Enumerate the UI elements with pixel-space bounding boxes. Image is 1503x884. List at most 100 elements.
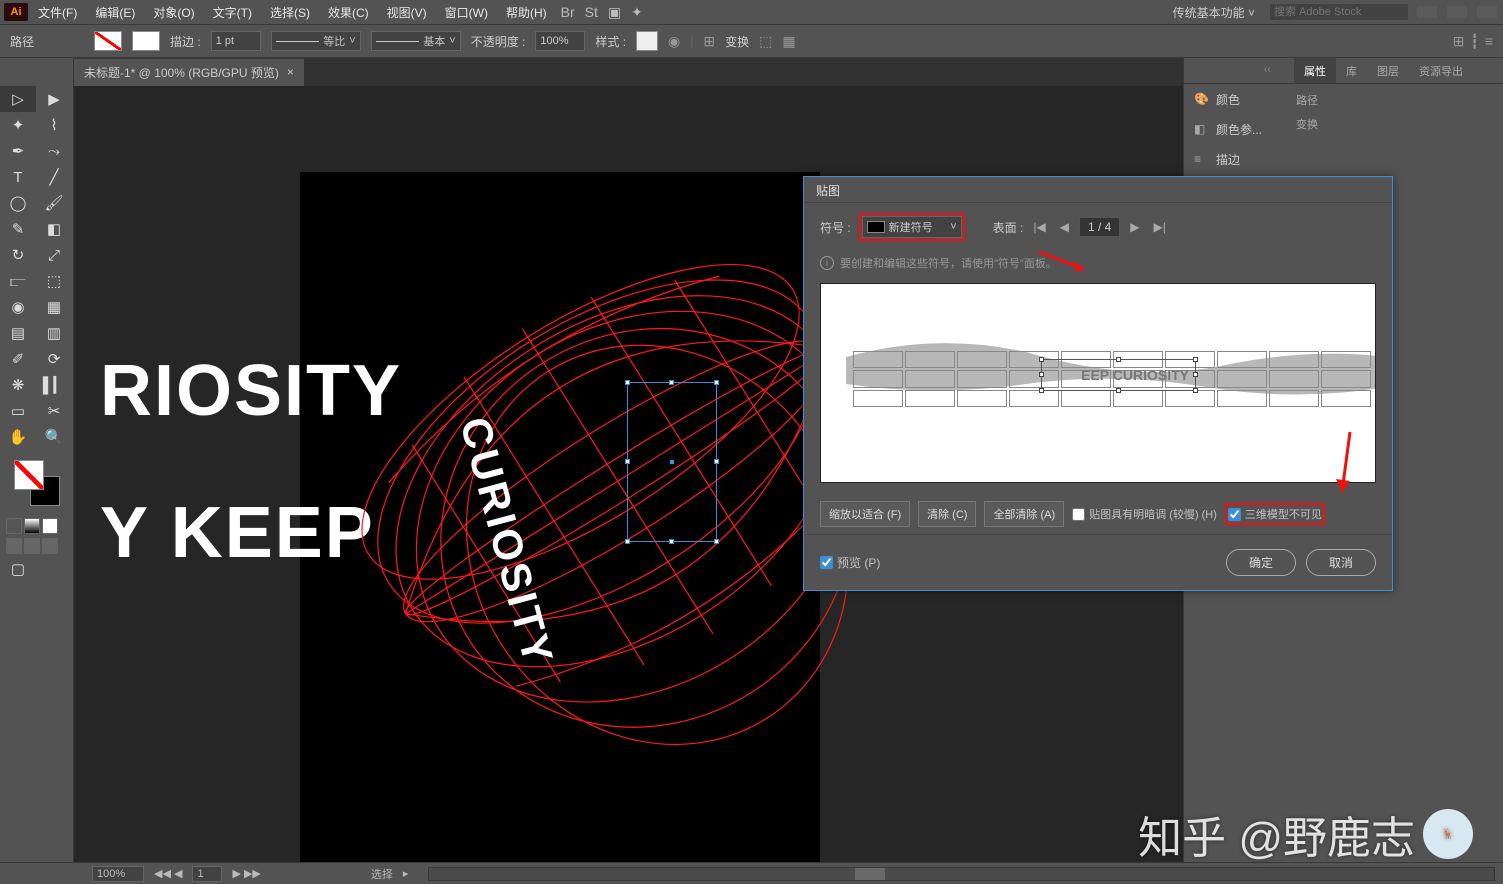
document-tab[interactable]: 未标题-1* @ 100% (RGB/GPU 预览) ×: [74, 59, 304, 86]
artboard-tool[interactable]: ▭: [0, 398, 36, 424]
clear-button[interactable]: 清除 (C): [918, 501, 976, 527]
eraser-tool[interactable]: ◧: [36, 216, 72, 242]
menu-window[interactable]: 窗口(W): [437, 1, 496, 24]
width-tool[interactable]: ⫍: [0, 268, 36, 294]
artboard-number[interactable]: 1: [192, 866, 222, 882]
preview-checkbox[interactable]: 预览 (P): [820, 554, 880, 571]
isolate-icon[interactable]: ⬚: [759, 33, 772, 50]
arrange-icon[interactable]: ▣: [604, 4, 625, 21]
window-close[interactable]: [1477, 6, 1497, 18]
menu-help[interactable]: 帮助(H): [498, 1, 555, 24]
menu-select[interactable]: 选择(S): [262, 1, 318, 24]
scale-tool[interactable]: ⤢: [36, 242, 72, 268]
direct-selection-tool[interactable]: ▶: [36, 86, 72, 112]
stroke-swatch[interactable]: [132, 31, 160, 51]
scale-to-fit-button[interactable]: 缩放以适合 (F): [820, 501, 910, 527]
brush-dropdown[interactable]: 基本 ˅: [371, 31, 461, 51]
slice-tool[interactable]: ✂: [36, 398, 72, 424]
selection-bounds[interactable]: [627, 382, 717, 542]
workspace-switcher[interactable]: 传统基本功能 ˅: [1165, 2, 1263, 23]
opacity-input[interactable]: 100%: [535, 31, 585, 51]
recolor-icon[interactable]: ◉: [668, 33, 680, 50]
ellipse-tool[interactable]: ◯: [0, 190, 36, 216]
type-tool[interactable]: T: [0, 164, 36, 190]
fill-swatch[interactable]: [94, 31, 122, 51]
panel-stroke[interactable]: ≡描边: [1184, 144, 1284, 174]
horizontal-scrollbar[interactable]: [428, 867, 1495, 881]
menu-object[interactable]: 对象(O): [145, 1, 202, 24]
pen-tool[interactable]: ✒: [0, 138, 36, 164]
tab-assets[interactable]: 资源导出: [1409, 58, 1473, 83]
none-mode[interactable]: [42, 518, 58, 534]
mesh-tool[interactable]: ▤: [0, 320, 36, 346]
panel-color-guide[interactable]: ◧颜色参...: [1184, 114, 1284, 144]
screen-mode[interactable]: ▢: [0, 556, 36, 582]
search-input[interactable]: [1269, 3, 1409, 21]
surface-last[interactable]: ▶|: [1150, 220, 1170, 234]
preview-symbol-bounds[interactable]: EEP CURIOSITY: [1041, 359, 1196, 391]
tab-properties[interactable]: 属性: [1294, 58, 1336, 83]
panel-color[interactable]: 🎨颜色: [1184, 84, 1284, 114]
selection-tool[interactable]: ▷: [0, 86, 36, 112]
surface-next[interactable]: ▶: [1126, 220, 1143, 234]
zoom-tool[interactable]: 🔍: [36, 424, 72, 450]
panel-menu-icon[interactable]: ≡: [1485, 33, 1493, 50]
ok-button[interactable]: 确定: [1226, 549, 1296, 576]
menu-type[interactable]: 文字(T): [205, 1, 260, 24]
tab-library[interactable]: 库: [1336, 58, 1367, 83]
window-maximize[interactable]: [1447, 6, 1467, 18]
align-icon[interactable]: ⊞: [703, 33, 715, 50]
menu-effect[interactable]: 效果(C): [320, 1, 377, 24]
lasso-tool[interactable]: ⌇: [36, 112, 72, 138]
shape-builder-tool[interactable]: ◉: [0, 294, 36, 320]
artboard-nav-prev[interactable]: ◀◀ ◀: [154, 867, 182, 880]
stroke-weight-input[interactable]: 1 pt: [211, 31, 261, 51]
surface-prev[interactable]: ◀: [1056, 220, 1073, 234]
graph-tool[interactable]: ▌▎: [36, 372, 72, 398]
blend-tool[interactable]: ⟳: [36, 346, 72, 372]
eyedropper-tool[interactable]: ✐: [0, 346, 36, 372]
rotate-tool[interactable]: ↻: [0, 242, 36, 268]
surface-first[interactable]: |◀: [1029, 220, 1049, 234]
draw-normal[interactable]: [6, 538, 22, 554]
gradient-tool[interactable]: ▥: [36, 320, 72, 346]
gpu-icon[interactable]: ✦: [627, 4, 647, 21]
zoom-level[interactable]: 100%: [92, 866, 144, 882]
clear-all-button[interactable]: 全部清除 (A): [984, 501, 1064, 527]
draw-inside[interactable]: [42, 538, 58, 554]
fill-stroke-swatch[interactable]: [14, 460, 60, 506]
stroke-profile-dropdown[interactable]: 等比 ˅: [271, 31, 361, 51]
perspective-tool[interactable]: ▦: [36, 294, 72, 320]
mask-icon[interactable]: ▦: [782, 33, 795, 50]
close-tab-icon[interactable]: ×: [287, 65, 294, 79]
bridge-icon[interactable]: Br: [557, 4, 579, 20]
invisible-geometry-checkbox[interactable]: 三维模型不可见: [1228, 506, 1322, 522]
paintbrush-tool[interactable]: 🖌: [36, 190, 72, 216]
line-tool[interactable]: ╱: [36, 164, 72, 190]
menu-view[interactable]: 视图(V): [379, 1, 435, 24]
menu-file[interactable]: 文件(F): [30, 1, 85, 24]
snap-point-icon[interactable]: ┇: [1470, 33, 1478, 50]
cancel-button[interactable]: 取消: [1306, 549, 1376, 576]
symbol-dropdown[interactable]: 新建符号˅: [862, 216, 962, 238]
transform-label[interactable]: 变换: [725, 33, 749, 50]
gradient-mode[interactable]: [24, 518, 40, 534]
fill-color[interactable]: [14, 460, 44, 490]
draw-behind[interactable]: [24, 538, 40, 554]
stock-icon[interactable]: St: [581, 4, 602, 20]
status-menu-icon[interactable]: ▸: [403, 867, 409, 880]
artboard-nav-next[interactable]: ▶ ▶▶: [232, 867, 260, 880]
free-transform-tool[interactable]: ⬚: [36, 268, 72, 294]
tab-layers[interactable]: 图层: [1367, 58, 1409, 83]
color-mode[interactable]: [6, 518, 22, 534]
magic-wand-tool[interactable]: ✦: [0, 112, 36, 138]
map-preview[interactable]: EEP CURIOSITY: [820, 283, 1376, 483]
curvature-tool[interactable]: ⤳: [36, 138, 72, 164]
symbol-sprayer-tool[interactable]: ❋: [0, 372, 36, 398]
menu-edit[interactable]: 编辑(E): [87, 1, 143, 24]
shaper-tool[interactable]: ✎: [0, 216, 36, 242]
window-minimize[interactable]: [1417, 6, 1437, 18]
shade-checkbox[interactable]: 贴图具有明暗调 (较慢) (H): [1072, 506, 1217, 522]
style-swatch[interactable]: [636, 31, 658, 51]
hand-tool[interactable]: ✋: [0, 424, 36, 450]
